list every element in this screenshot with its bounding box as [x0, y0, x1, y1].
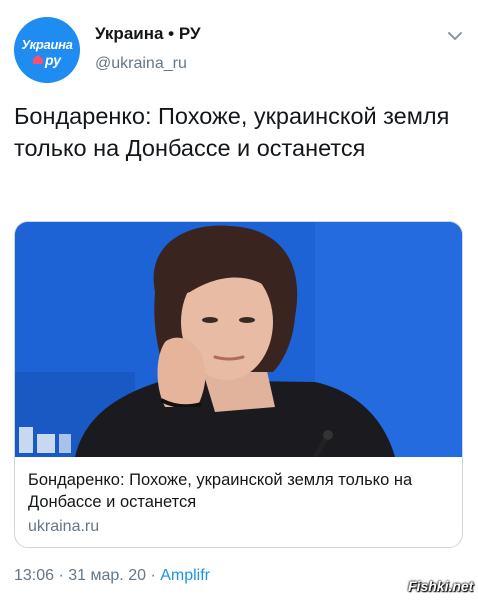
watermark: Fishki.net: [408, 578, 474, 594]
tweet-time[interactable]: 13:06: [14, 567, 54, 584]
account-handle[interactable]: @ukraina_ru: [95, 55, 187, 73]
meta-separator-2: ·: [146, 567, 161, 584]
meta-separator: ·: [54, 567, 69, 584]
tweet-date[interactable]: 31 мар. 20: [68, 567, 146, 584]
link-card[interactable]: Бондаренко: Похоже, украинской земля тол…: [14, 221, 463, 548]
account-avatar[interactable]: Украина ру: [14, 17, 80, 83]
source-app-link[interactable]: Amplifr: [160, 567, 210, 584]
account-display-name[interactable]: Украина • РУ: [95, 24, 201, 44]
tweet-meta: 13:06 · 31 мар. 20 · Amplifr: [14, 567, 210, 585]
tweet: Украина ру Украина • РУ @ukraina_ru Бонд…: [0, 0, 478, 600]
card-photo: [15, 222, 462, 457]
house-icon: [33, 55, 43, 64]
avatar-logo-ru: ру: [45, 52, 61, 68]
card-image[interactable]: [15, 222, 462, 457]
avatar-logo-text: Украина: [21, 37, 73, 52]
card-title[interactable]: Бондаренко: Похоже, украинской земля тол…: [28, 469, 453, 513]
card-domain[interactable]: ukraina.ru: [28, 518, 99, 536]
chevron-down-icon[interactable]: [444, 27, 466, 45]
avatar-logo-subtext: ру: [33, 52, 61, 68]
tweet-text: Бондаренко: Похоже, украинской земля тол…: [14, 103, 450, 161]
